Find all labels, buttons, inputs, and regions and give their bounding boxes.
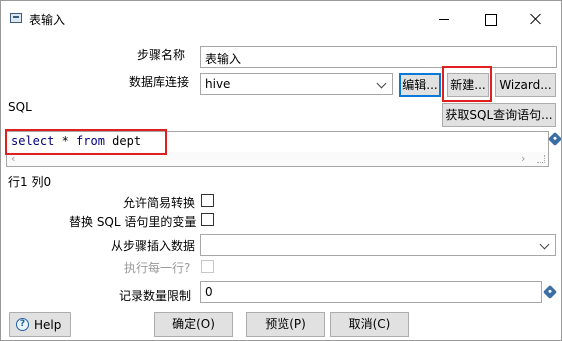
chevron-down-icon xyxy=(376,76,388,92)
chevron-down-icon xyxy=(539,237,551,253)
help-button[interactable]: ? Help xyxy=(9,312,71,337)
minimize-button[interactable] xyxy=(421,1,467,37)
new-button-highlight-box xyxy=(442,66,492,102)
insert-from-step-label: 从步骤插入数据 xyxy=(111,239,196,253)
window-title: 表输入 xyxy=(29,13,66,27)
step-name-label: 步骤名称 xyxy=(137,48,186,62)
step-name-input[interactable]: 表输入 xyxy=(200,46,557,68)
resize-grip-icon[interactable] xyxy=(537,155,545,163)
edit-connection-button[interactable]: 编辑... xyxy=(399,73,441,97)
help-icon: ? xyxy=(16,318,29,331)
scroll-right-icon[interactable]: › xyxy=(521,153,525,165)
cursor-position: 行1 列0 xyxy=(8,175,52,189)
variable-diamond-icon xyxy=(547,131,561,147)
db-connection-select[interactable]: hive xyxy=(200,73,393,95)
preview-button[interactable]: 预览(P) xyxy=(246,312,325,337)
execute-each-row-checkbox[interactable] xyxy=(201,260,214,273)
limit-input[interactable]: 0 xyxy=(200,281,542,303)
limit-label: 记录数量限制 xyxy=(119,289,192,303)
lazy-conversion-label: 允许简易转换 xyxy=(123,196,196,210)
close-button[interactable] xyxy=(513,1,559,37)
wizard-button[interactable]: Wizard... xyxy=(495,73,556,97)
insert-from-step-select[interactable] xyxy=(200,234,556,256)
execute-each-row-label: 执行每一行? xyxy=(124,261,191,275)
db-connection-value: hive xyxy=(205,77,231,91)
get-sql-query-button[interactable]: 获取SQL查询语句... xyxy=(442,103,556,127)
lazy-conversion-checkbox[interactable] xyxy=(201,194,214,207)
db-connection-label: 数据库连接 xyxy=(129,75,190,89)
sql-highlight-box xyxy=(5,129,167,155)
maximize-button[interactable] xyxy=(467,1,513,37)
variable-diamond-icon xyxy=(542,284,558,300)
help-label: Help xyxy=(34,318,62,332)
table-input-app-icon xyxy=(10,13,22,23)
cancel-button[interactable]: 取消(C) xyxy=(330,312,409,337)
sql-label: SQL xyxy=(8,100,32,114)
replace-variables-label: 替换 SQL 语句里的变量 xyxy=(69,215,197,229)
replace-variables-checkbox[interactable] xyxy=(201,213,214,226)
table-input-dialog: 表输入 步骤名称 表输入 数据库连接 hive 编辑... 新建... Wiza… xyxy=(0,0,562,341)
ok-button[interactable]: 确定(O) xyxy=(154,312,233,337)
title-bar: 表输入 xyxy=(1,1,561,37)
